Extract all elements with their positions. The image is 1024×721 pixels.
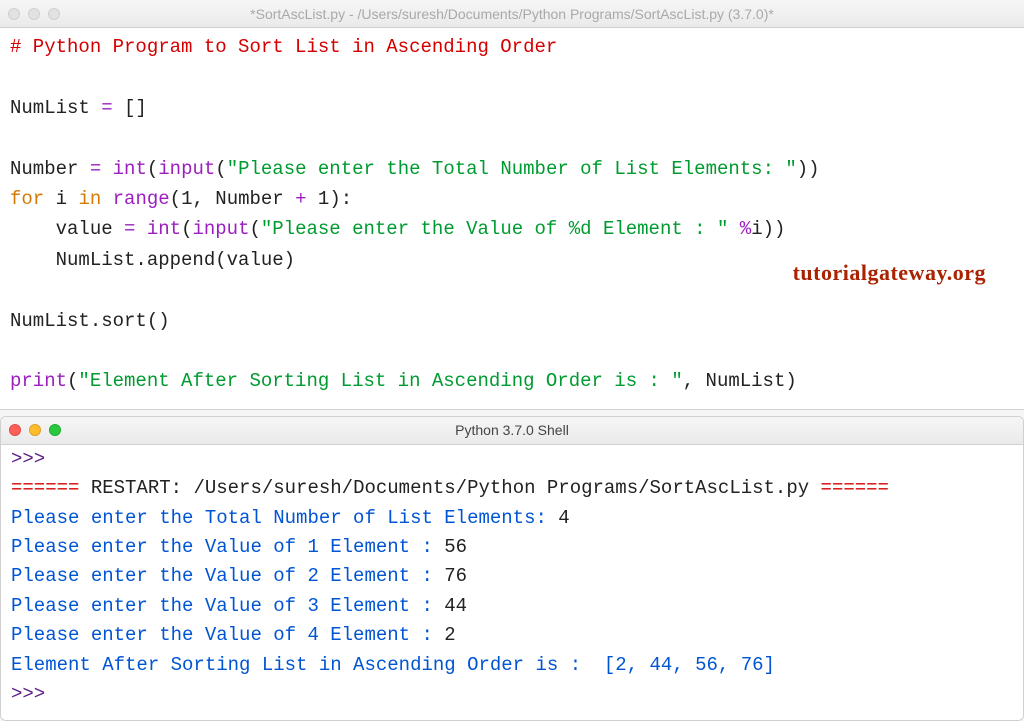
- code-token: (: [215, 158, 226, 180]
- code-token: (: [181, 218, 192, 240]
- shell-prompt: >>>: [11, 683, 57, 705]
- shell-line: Please enter the Value of 1 Element :: [11, 536, 444, 558]
- shell-restart-eq: ======: [11, 477, 79, 499]
- shell-result-value: [2, 44, 56, 76]: [604, 654, 775, 676]
- shell-value: 76: [444, 565, 467, 587]
- code-token: =: [90, 158, 101, 180]
- code-token: int: [113, 158, 147, 180]
- code-token: print: [10, 370, 67, 392]
- code-token: %: [740, 218, 751, 240]
- code-token: NumList: [10, 97, 101, 119]
- close-icon[interactable]: [9, 424, 21, 436]
- shell-restart-label: RESTART: /Users/suresh/Documents/Python …: [79, 477, 820, 499]
- code-comment: # Python Program to Sort List in Ascendi…: [10, 36, 557, 58]
- code-token: input: [158, 158, 215, 180]
- editor-title: *SortAscList.py - /Users/suresh/Document…: [0, 6, 1024, 22]
- code-number: 1: [318, 188, 329, 210]
- code-token: [101, 158, 112, 180]
- code-token: (: [147, 158, 158, 180]
- code-token: i)): [751, 218, 785, 240]
- code-string: "Please enter the Total Number of List E…: [227, 158, 797, 180]
- code-token: NumList.sort(): [10, 310, 170, 332]
- shell-window: Python 3.7.0 Shell >>> ====== RESTART: /…: [0, 416, 1024, 721]
- shell-prompt: >>>: [11, 448, 57, 470]
- code-token: [728, 218, 739, 240]
- shell-output[interactable]: >>> ====== RESTART: /Users/suresh/Docume…: [1, 445, 1023, 720]
- code-token: input: [192, 218, 249, 240]
- code-keyword: for: [10, 188, 44, 210]
- shell-result-label: Element After Sorting List in Ascending …: [11, 654, 604, 676]
- shell-value: 44: [444, 595, 467, 617]
- code-token: value: [10, 218, 124, 240]
- minimize-icon[interactable]: [28, 8, 40, 20]
- code-token: (: [249, 218, 260, 240]
- editor-window: *SortAscList.py - /Users/suresh/Document…: [0, 0, 1024, 410]
- code-token: +: [295, 188, 306, 210]
- code-token: i: [44, 188, 78, 210]
- code-token: (: [170, 188, 181, 210]
- code-token: , Number: [192, 188, 295, 210]
- code-token: [101, 188, 112, 210]
- code-string: "Please enter the Value of %d Element : …: [261, 218, 728, 240]
- code-editor[interactable]: # Python Program to Sort List in Ascendi…: [0, 28, 1024, 409]
- shell-title: Python 3.7.0 Shell: [1, 422, 1023, 438]
- shell-line: Please enter the Value of 4 Element :: [11, 624, 444, 646]
- shell-restart-eq: ======: [821, 477, 889, 499]
- code-token: Number: [10, 158, 90, 180]
- code-keyword: in: [78, 188, 101, 210]
- code-string: "Element After Sorting List in Ascending…: [78, 370, 682, 392]
- shell-value: 4: [558, 507, 569, 529]
- code-token: int: [147, 218, 181, 240]
- maximize-icon[interactable]: [48, 8, 60, 20]
- maximize-icon[interactable]: [49, 424, 61, 436]
- code-token: =: [101, 97, 112, 119]
- code-token: range: [113, 188, 170, 210]
- code-token: (: [67, 370, 78, 392]
- editor-titlebar: *SortAscList.py - /Users/suresh/Document…: [0, 0, 1024, 28]
- shell-line: Please enter the Total Number of List El…: [11, 507, 558, 529]
- minimize-icon[interactable]: [29, 424, 41, 436]
- code-token: []: [113, 97, 147, 119]
- code-token: [135, 218, 146, 240]
- traffic-lights: [9, 424, 61, 436]
- code-token: =: [124, 218, 135, 240]
- shell-value: 2: [444, 624, 455, 646]
- shell-line: Please enter the Value of 2 Element :: [11, 565, 444, 587]
- code-token: NumList.append(value): [10, 249, 295, 271]
- code-token: [307, 188, 318, 210]
- code-token: , NumList): [683, 370, 797, 392]
- shell-line: Please enter the Value of 3 Element :: [11, 595, 444, 617]
- code-token: ):: [329, 188, 352, 210]
- watermark-text: tutorialgateway.org: [793, 260, 986, 286]
- shell-value: 56: [444, 536, 467, 558]
- code-number: 1: [181, 188, 192, 210]
- close-icon[interactable]: [8, 8, 20, 20]
- code-token: )): [797, 158, 820, 180]
- shell-titlebar: Python 3.7.0 Shell: [1, 417, 1023, 445]
- traffic-lights: [8, 8, 60, 20]
